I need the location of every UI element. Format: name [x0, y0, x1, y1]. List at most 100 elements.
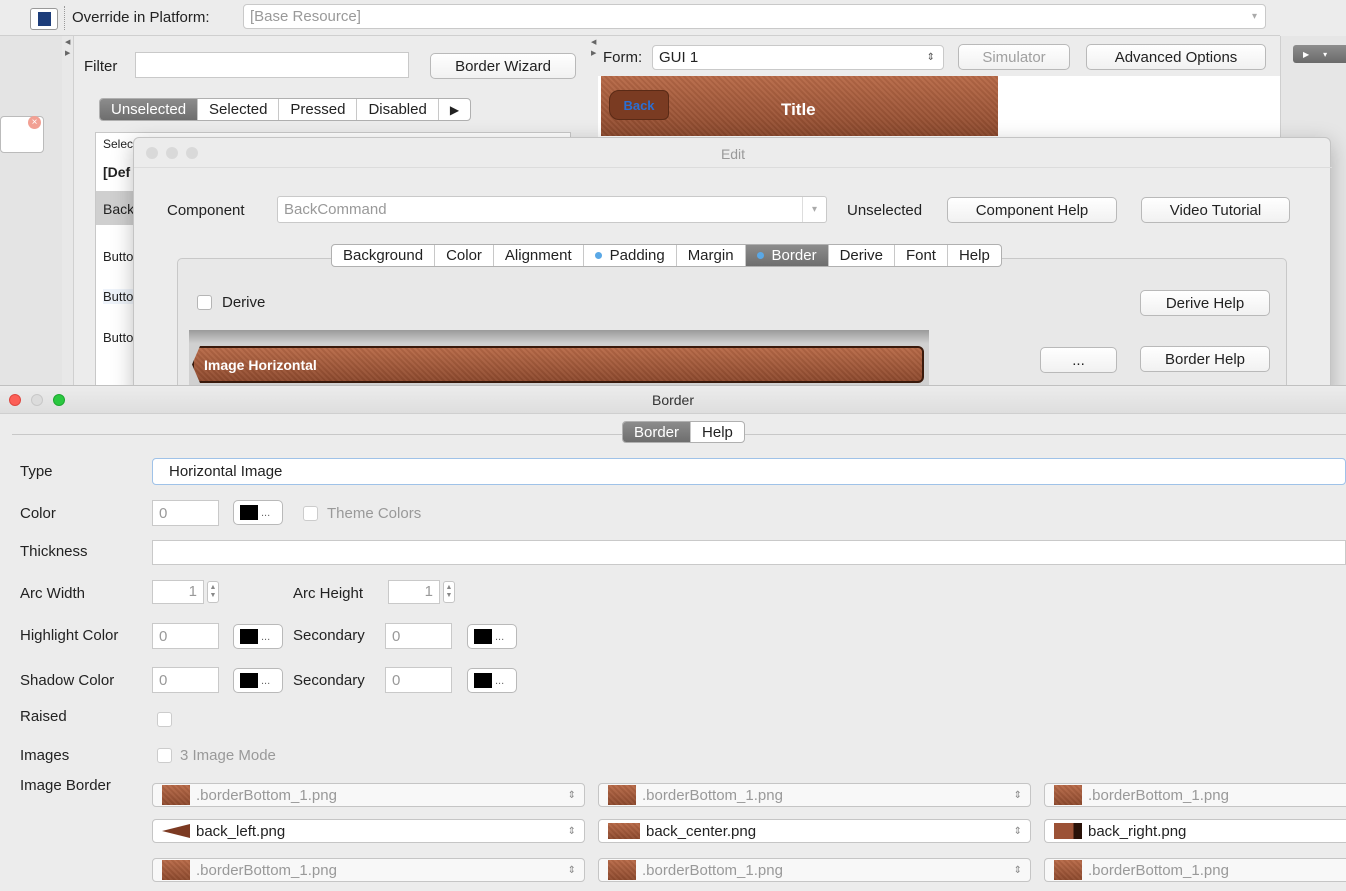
tab-color[interactable]: Color: [435, 245, 494, 266]
form-value: GUI 1: [659, 49, 699, 66]
shadow-secondary-picker-button[interactable]: ...: [467, 668, 517, 693]
arc-height-spinner[interactable]: 1 ▲ ▼: [388, 580, 455, 604]
highlight-color-picker-button[interactable]: ...: [233, 624, 283, 649]
raised-checkbox[interactable]: [157, 712, 172, 727]
list-item[interactable]: Butto: [103, 330, 133, 345]
stepper-icon[interactable]: ▲ ▼: [207, 581, 219, 603]
type-combo[interactable]: Horizontal Image: [152, 458, 1346, 485]
tab-padding[interactable]: Padding: [584, 245, 677, 266]
stepper-icon[interactable]: ▲ ▼: [443, 581, 455, 603]
theme-colors-checkbox[interactable]: [303, 506, 318, 521]
image-filename: .borderBottom_1.png: [1088, 786, 1229, 804]
back-left-thumbnail: [162, 824, 190, 838]
highlight-secondary-picker-button[interactable]: ...: [467, 624, 517, 649]
image-thumbnail: [162, 785, 190, 805]
chevron-down-icon: ▾: [1251, 11, 1257, 22]
image-filename: back_right.png: [1088, 822, 1187, 840]
arc-height-value[interactable]: 1: [388, 580, 440, 604]
image-top-left-combo[interactable]: .borderBottom_1.png ⇕: [152, 783, 585, 807]
modified-dot-icon: [756, 252, 764, 259]
derive-help-button[interactable]: Derive Help: [1140, 290, 1270, 316]
tab-unselected[interactable]: Unselected: [100, 99, 199, 120]
tab-border-label: Border: [771, 247, 817, 264]
three-image-mode-checkbox[interactable]: [157, 748, 172, 763]
state-tabs: Unselected Selected Pressed Disabled ▶: [99, 98, 472, 121]
shadow-secondary-input[interactable]: 0: [385, 667, 452, 693]
color-input[interactable]: 0: [152, 500, 219, 526]
component-combo[interactable]: BackCommand ▾: [277, 196, 827, 223]
tab-more-arrow[interactable]: ▶: [439, 99, 470, 120]
image-bottom-right-combo[interactable]: .borderBottom_1.png: [1044, 858, 1346, 882]
list-item[interactable]: Butto: [103, 249, 133, 264]
image-border-label: Image Border: [20, 777, 111, 794]
back-center-thumbnail: [608, 823, 640, 839]
list-item[interactable]: [Def: [103, 164, 130, 180]
filter-label: Filter: [84, 58, 118, 75]
shadow-color-picker-button[interactable]: ...: [233, 668, 283, 693]
nav-buttons[interactable]: ▶ ▾: [1293, 45, 1346, 63]
border-wizard-button[interactable]: Border Wizard: [430, 53, 576, 79]
tab-background[interactable]: Background: [332, 245, 436, 266]
edit-dialog: Edit Component BackCommand ▾ Unselected …: [133, 137, 1332, 398]
border-tabs: Border Help: [622, 421, 745, 443]
tab-help[interactable]: Help: [948, 245, 1001, 266]
platform-icon[interactable]: [30, 8, 58, 30]
tab-font[interactable]: Font: [895, 245, 948, 266]
image-filename: .borderBottom_1.png: [1088, 861, 1229, 879]
shadow-color-input[interactable]: 0: [152, 667, 219, 693]
derive-label: Derive: [222, 294, 266, 311]
tab-derive[interactable]: Derive: [829, 245, 895, 266]
color-picker-button[interactable]: ...: [233, 500, 283, 525]
tab-help[interactable]: Help: [691, 422, 744, 442]
color-swatch-icon: [240, 629, 258, 644]
form-select[interactable]: GUI 1 ⇕: [652, 45, 944, 70]
list-item-label: Back: [103, 201, 135, 217]
video-tutorial-button[interactable]: Video Tutorial: [1141, 197, 1290, 223]
image-bottom-center-combo[interactable]: .borderBottom_1.png ⇕: [598, 858, 1031, 882]
highlight-color-input[interactable]: 0: [152, 623, 219, 649]
back-command-preview[interactable]: Back: [609, 90, 669, 120]
list-header[interactable]: Selec: [103, 137, 133, 151]
filter-input[interactable]: [135, 52, 409, 78]
highlight-color-value: 0: [159, 627, 168, 645]
image-top-center-combo[interactable]: .borderBottom_1.png ⇕: [598, 783, 1031, 807]
image-center-combo[interactable]: back_center.png ⇕: [598, 819, 1031, 843]
tab-selected[interactable]: Selected: [198, 99, 280, 120]
simulator-button[interactable]: Simulator: [958, 44, 1070, 70]
highlight-secondary-input[interactable]: 0: [385, 623, 452, 649]
border-title: Border: [651, 392, 695, 408]
tab-border[interactable]: Border: [745, 245, 829, 266]
list-item[interactable]: Butto: [103, 289, 134, 304]
chevron-down-icon: ▾: [802, 197, 826, 222]
image-left-combo[interactable]: back_left.png ⇕: [152, 819, 585, 843]
image-filename: .borderBottom_1.png: [642, 861, 783, 879]
image-bottom-left-combo[interactable]: .borderBottom_1.png ⇕: [152, 858, 585, 882]
ellipsis-button[interactable]: ...: [1040, 347, 1117, 373]
splitter-left[interactable]: ◀ ▶: [62, 36, 74, 396]
image-right-combo[interactable]: back_right.png: [1044, 819, 1346, 843]
component-help-button[interactable]: Component Help: [947, 197, 1117, 223]
close-badge-icon[interactable]: ×: [28, 116, 41, 129]
image-top-right-combo[interactable]: .borderBottom_1.png: [1044, 783, 1346, 807]
advanced-options-button[interactable]: Advanced Options: [1086, 44, 1266, 70]
title-label: Title: [781, 100, 816, 119]
tab-border[interactable]: Border: [623, 422, 692, 442]
override-toolbar: Override in Platform: [Base Resource] ▾: [0, 0, 1280, 36]
tab-disabled[interactable]: Disabled: [357, 99, 439, 120]
override-value: [Base Resource]: [250, 8, 361, 25]
left-edge-panel: ×: [0, 36, 62, 396]
thickness-input[interactable]: [152, 540, 1346, 565]
tab-margin[interactable]: Margin: [677, 245, 746, 266]
tab-alignment[interactable]: Alignment: [494, 245, 584, 266]
override-select[interactable]: [Base Resource] ▾: [243, 4, 1266, 29]
arc-width-spinner[interactable]: 1 ▲ ▼: [152, 580, 219, 604]
arc-width-value[interactable]: 1: [152, 580, 204, 604]
derive-checkbox[interactable]: [197, 295, 212, 310]
raised-label: Raised: [20, 708, 67, 725]
tab-pressed[interactable]: Pressed: [279, 99, 358, 120]
shadow-color-label: Shadow Color: [20, 672, 115, 689]
ellipsis-label: ...: [261, 630, 271, 643]
border-help-button[interactable]: Border Help: [1140, 346, 1270, 372]
image-horizontal-label: Image Horizontal: [204, 357, 317, 373]
color-value: 0: [159, 504, 168, 522]
